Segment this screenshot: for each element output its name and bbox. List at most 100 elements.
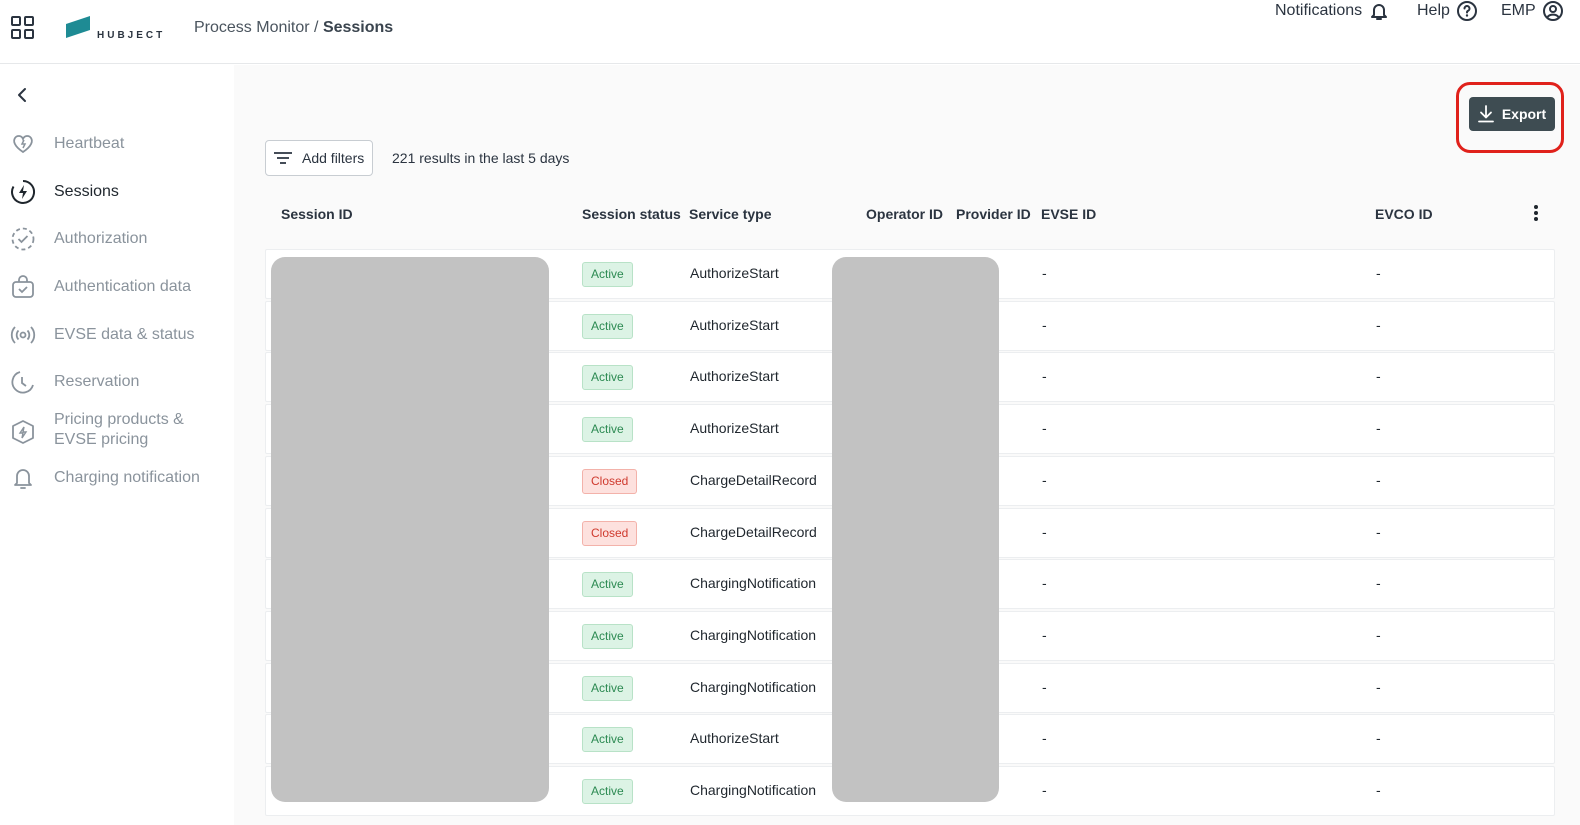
status-badge: Active xyxy=(582,624,633,649)
lightning-circle-icon xyxy=(11,180,35,204)
sidebar-item-charging-notification[interactable]: Charging notification xyxy=(0,465,234,491)
status-badge: Active xyxy=(582,727,633,752)
service-type-cell: ChargeDetailRecord xyxy=(690,472,817,488)
evco-id-cell: - xyxy=(1376,265,1381,281)
status-badge: Active xyxy=(582,262,633,287)
user-circle-icon xyxy=(1542,1,1563,21)
evco-id-cell: - xyxy=(1376,472,1381,488)
logo-text: HUBJECT xyxy=(97,30,166,41)
evse-id-cell: - xyxy=(1042,368,1047,384)
bell-icon xyxy=(1371,4,1388,20)
check-circle-dashed-icon xyxy=(11,227,35,251)
status-badge: Active xyxy=(582,314,633,339)
evco-id-cell: - xyxy=(1376,575,1381,591)
evse-id-cell: - xyxy=(1042,265,1047,281)
notifications-button[interactable]: Notifications xyxy=(1275,0,1390,22)
evco-id-cell: - xyxy=(1376,420,1381,436)
evse-id-cell: - xyxy=(1042,420,1047,436)
evco-id-cell: - xyxy=(1376,524,1381,540)
sidebar-item-pricing[interactable]: Pricing products & EVSE pricing xyxy=(0,410,234,452)
redacted-session-ids xyxy=(271,257,549,802)
results-count: 221 results in the last 5 days xyxy=(392,150,570,166)
column-header-operator-id[interactable]: Operator ID xyxy=(866,206,943,222)
status-badge: Active xyxy=(582,572,633,597)
status-badge: Closed xyxy=(582,521,638,546)
sidebar-item-heartbeat[interactable]: Heartbeat xyxy=(0,131,234,157)
sidebar-item-sessions[interactable]: Sessions xyxy=(0,179,234,205)
service-type-cell: ChargingNotification xyxy=(690,627,817,643)
service-type-cell: ChargingNotification xyxy=(690,575,817,591)
column-header-session-id[interactable]: Session ID xyxy=(281,206,353,222)
help-label: Help xyxy=(1417,2,1450,19)
column-header-session-status[interactable]: Session status xyxy=(582,206,681,222)
top-header: HUBJECT Process Monitor / Sessions Notif… xyxy=(0,0,1580,64)
bag-check-icon xyxy=(12,275,34,298)
sidebar: Heartbeat Sessions Authorization Authent… xyxy=(0,65,234,825)
status-badge: Active xyxy=(582,365,633,390)
sidebar-item-authentication-data[interactable]: Authentication data xyxy=(0,274,234,300)
add-filters-label: Add filters xyxy=(302,150,365,166)
export-button[interactable]: Export xyxy=(1469,97,1555,131)
column-header-evco-id[interactable]: EVCO ID xyxy=(1375,206,1433,222)
evco-id-cell: - xyxy=(1376,782,1381,798)
sidebar-item-label: EVSE data & status xyxy=(54,326,195,343)
status-badge: Active xyxy=(582,779,633,804)
evse-id-cell: - xyxy=(1042,730,1047,746)
status-badge: Active xyxy=(582,676,633,701)
evco-id-cell: - xyxy=(1376,317,1381,333)
sidebar-item-label: Charging notification xyxy=(54,469,200,486)
user-label: EMP xyxy=(1501,2,1536,19)
sidebar-item-label: Reservation xyxy=(54,373,140,390)
sidebar-item-label: Pricing products & EVSE pricing xyxy=(54,411,184,448)
sidebar-item-authorization[interactable]: Authorization xyxy=(0,226,234,252)
sidebar-item-label: Heartbeat xyxy=(54,135,125,152)
column-header-provider-id[interactable]: Provider ID xyxy=(956,206,1031,222)
export-label: Export xyxy=(1501,106,1547,122)
sidebar-item-evse-data-status[interactable]: EVSE data & status xyxy=(0,322,234,348)
redacted-operator-provider-ids xyxy=(832,257,999,802)
sidebar-item-reservation[interactable]: Reservation xyxy=(0,369,234,395)
evse-id-cell: - xyxy=(1042,627,1047,643)
notifications-label: Notifications xyxy=(1275,2,1363,19)
hubject-logo[interactable]: HUBJECT xyxy=(66,14,166,42)
service-type-cell: AuthorizeStart xyxy=(690,265,779,281)
add-filters-button[interactable]: Add filters xyxy=(265,140,373,176)
heart-icon xyxy=(13,135,33,154)
sidebar-item-label: Authentication data xyxy=(54,278,191,295)
broadcast-icon xyxy=(10,326,36,344)
service-type-cell: ChargingNotification xyxy=(690,782,817,798)
chevron-left-icon[interactable] xyxy=(13,85,33,105)
help-button[interactable]: Help xyxy=(1417,0,1478,22)
more-options-icon[interactable] xyxy=(1533,205,1539,223)
service-type-cell: AuthorizeStart xyxy=(690,420,779,436)
service-type-cell: AuthorizeStart xyxy=(690,730,779,746)
download-icon xyxy=(1477,105,1494,123)
evse-id-cell: - xyxy=(1042,317,1047,333)
service-type-cell: ChargeDetailRecord xyxy=(690,524,817,540)
evco-id-cell: - xyxy=(1376,627,1381,643)
service-type-cell: AuthorizeStart xyxy=(690,368,779,384)
evse-id-cell: - xyxy=(1042,782,1047,798)
table-header: Session ID Session status Service type O… xyxy=(265,203,1555,227)
column-header-service-type[interactable]: Service type xyxy=(689,206,772,222)
evse-id-cell: - xyxy=(1042,575,1047,591)
evco-id-cell: - xyxy=(1376,730,1381,746)
column-header-evse-id[interactable]: EVSE ID xyxy=(1041,206,1096,222)
breadcrumb-parent[interactable]: Process Monitor / xyxy=(194,19,318,36)
breadcrumb: Process Monitor / Sessions xyxy=(194,19,393,37)
evse-id-cell: - xyxy=(1042,679,1047,695)
sidebar-item-label: Authorization xyxy=(54,230,148,247)
box-lightning-icon xyxy=(12,420,34,444)
evse-id-cell: - xyxy=(1042,472,1047,488)
evse-id-cell: - xyxy=(1042,524,1047,540)
service-type-cell: ChargingNotification xyxy=(690,679,817,695)
evco-id-cell: - xyxy=(1376,679,1381,695)
breadcrumb-current: Sessions xyxy=(322,19,394,36)
user-menu-button[interactable]: EMP xyxy=(1501,0,1564,22)
help-circle-icon xyxy=(1456,1,1477,21)
main-content: Export Add filters 221 results in the la… xyxy=(234,65,1580,825)
status-badge: Active xyxy=(582,417,633,442)
app-grid-icon[interactable] xyxy=(11,16,35,40)
sidebar-item-label: Sessions xyxy=(54,183,119,200)
service-type-cell: AuthorizeStart xyxy=(690,317,779,333)
